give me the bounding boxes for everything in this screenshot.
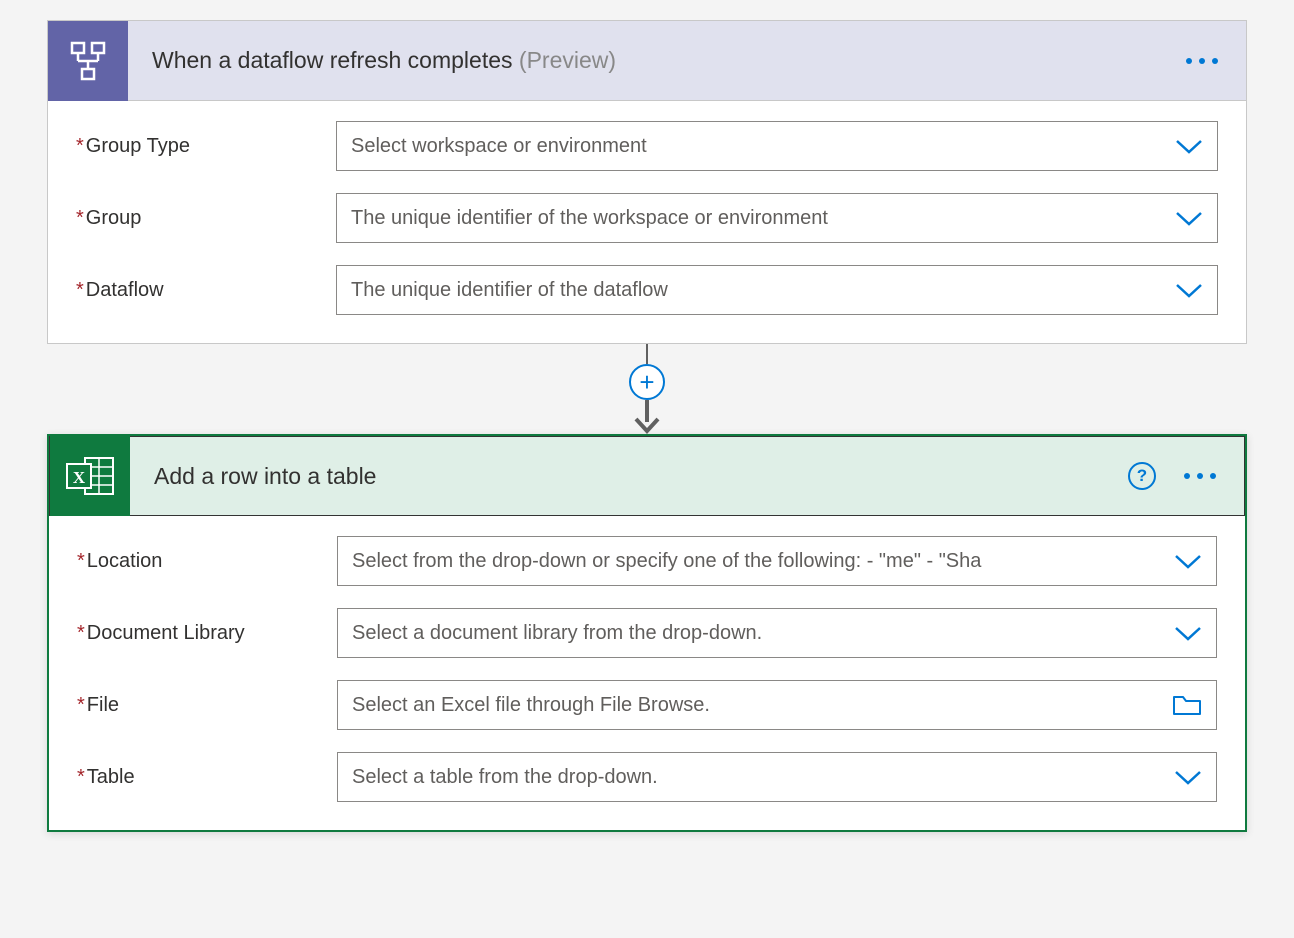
preview-tag: (Preview) — [519, 47, 616, 73]
chevron-down-icon — [1175, 209, 1203, 227]
document-library-row: *Document Library Select a document libr… — [77, 608, 1217, 658]
action-title: Add a row into a table — [154, 463, 1128, 490]
dataflow-dropdown[interactable]: The unique identifier of the dataflow — [336, 265, 1218, 315]
group-type-dropdown[interactable]: Select workspace or environment — [336, 121, 1218, 171]
file-browse[interactable]: Select an Excel file through File Browse… — [337, 680, 1217, 730]
location-row: *Location Select from the drop-down or s… — [77, 536, 1217, 586]
action-more-menu[interactable] — [1176, 465, 1224, 487]
action-card: X Add a row into a table ? *Location Sel… — [47, 434, 1247, 832]
trigger-card: When a dataflow refresh completes (Previ… — [47, 20, 1247, 344]
table-dropdown[interactable]: Select a table from the drop-down. — [337, 752, 1217, 802]
group-type-row: *Group Type Select workspace or environm… — [76, 121, 1218, 171]
file-row: *File Select an Excel file through File … — [77, 680, 1217, 730]
arrow-down-icon — [633, 416, 661, 434]
excel-icon: X — [50, 436, 130, 516]
document-library-label: *Document Library — [77, 622, 337, 645]
trigger-body: *Group Type Select workspace or environm… — [48, 101, 1246, 343]
table-row: *Table Select a table from the drop-down… — [77, 752, 1217, 802]
action-header[interactable]: X Add a row into a table ? — [49, 436, 1245, 516]
chevron-down-icon — [1174, 624, 1202, 642]
trigger-title: When a dataflow refresh completes (Previ… — [152, 47, 1178, 74]
group-label: *Group — [76, 207, 336, 230]
dataflow-row: *Dataflow The unique identifier of the d… — [76, 265, 1218, 315]
table-label: *Table — [77, 766, 337, 789]
location-dropdown[interactable]: Select from the drop-down or specify one… — [337, 536, 1217, 586]
chevron-down-icon — [1174, 552, 1202, 570]
group-type-label: *Group Type — [76, 135, 336, 158]
svg-text:X: X — [73, 468, 86, 487]
trigger-more-menu[interactable] — [1178, 50, 1226, 72]
document-library-dropdown[interactable]: Select a document library from the drop-… — [337, 608, 1217, 658]
folder-icon — [1172, 693, 1202, 717]
flow-connector: + — [20, 344, 1274, 434]
help-button[interactable]: ? — [1128, 462, 1156, 490]
add-step-button[interactable]: + — [629, 364, 665, 400]
file-label: *File — [77, 694, 337, 717]
chevron-down-icon — [1175, 137, 1203, 155]
chevron-down-icon — [1175, 281, 1203, 299]
chevron-down-icon — [1174, 768, 1202, 786]
trigger-header[interactable]: When a dataflow refresh completes (Previ… — [48, 21, 1246, 101]
location-label: *Location — [77, 550, 337, 573]
dataflow-label: *Dataflow — [76, 279, 336, 302]
group-dropdown[interactable]: The unique identifier of the workspace o… — [336, 193, 1218, 243]
group-row: *Group The unique identifier of the work… — [76, 193, 1218, 243]
dataflow-icon — [48, 21, 128, 101]
action-body: *Location Select from the drop-down or s… — [49, 516, 1245, 830]
